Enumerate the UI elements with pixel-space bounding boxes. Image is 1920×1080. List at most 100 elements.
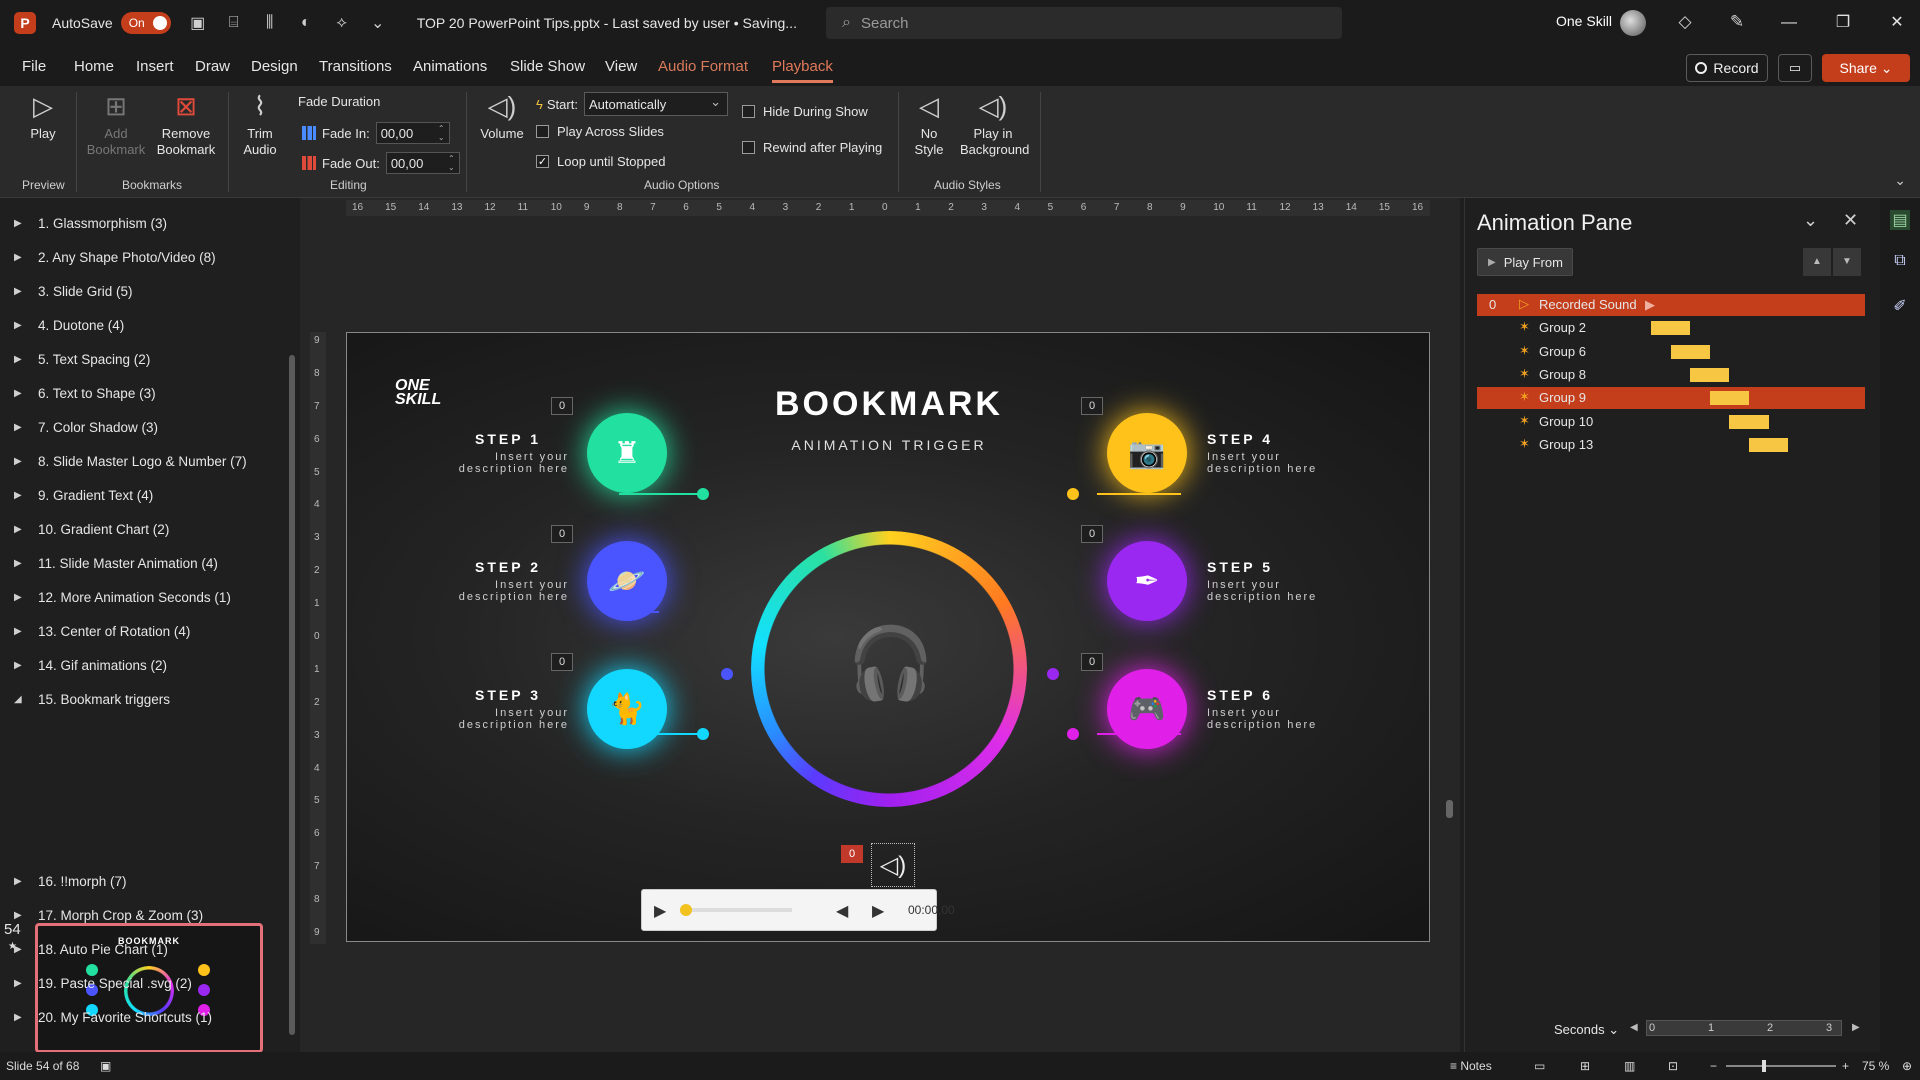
zoom-slider[interactable] (1726, 1065, 1836, 1067)
step-3-description[interactable]: Insert your description here (439, 707, 569, 731)
slideshow-view-icon[interactable]: ⊡ (1668, 1059, 1678, 1073)
zoom-level[interactable]: 75 % (1862, 1059, 1889, 1073)
section-item[interactable]: ▶ 8. Slide Master Logo & Number (7) (14, 454, 247, 469)
caret-right-icon[interactable]: ▶ (14, 490, 28, 501)
animation-timing-bar[interactable] (1729, 414, 1769, 429)
animation-timing-bar[interactable] (1670, 344, 1710, 359)
audio-speaker-icon[interactable]: ◁) (871, 843, 915, 887)
caret-right-icon[interactable]: ▶ (14, 286, 28, 297)
step-3-circle[interactable]: 🐈 (587, 669, 667, 749)
player-play-icon[interactable]: ▶ (654, 901, 666, 921)
play-across-slides-option[interactable]: Play Across Slides (536, 124, 664, 139)
play-across-slides-checkbox[interactable] (536, 125, 549, 138)
caret-right-icon[interactable]: ▶ (14, 1012, 28, 1023)
loop-option[interactable]: ✓ Loop until Stopped (536, 154, 665, 169)
caret-right-icon[interactable]: ▶ (14, 524, 28, 535)
rewind-checkbox[interactable] (742, 141, 755, 154)
caret-right-icon[interactable]: ▶ (14, 592, 28, 603)
remove-bookmark-button[interactable]: ⊠ Remove Bookmark (152, 90, 220, 158)
timeline-ruler[interactable]: 0 1 2 3 (1646, 1020, 1842, 1036)
start-select[interactable]: Automatically (583, 92, 728, 116)
editor-scroll-thumb[interactable] (1446, 800, 1453, 818)
caret-down-icon[interactable]: ◢ (14, 694, 28, 705)
animation-pane-toggle-icon[interactable]: ▤ (1890, 210, 1910, 230)
caret-right-icon[interactable]: ▶ (14, 422, 28, 433)
caret-right-icon[interactable]: ▶ (14, 388, 28, 399)
animation-timing-bar[interactable] (1709, 391, 1749, 406)
document-title[interactable]: TOP 20 PowerPoint Tips.pptx - Last saved… (417, 15, 797, 31)
section-item[interactable]: ▶ 6. Text to Shape (3) (14, 386, 156, 401)
section-item[interactable]: ◢ 15. Bookmark triggers (14, 692, 170, 707)
step-6-circle[interactable]: 🎮 (1107, 669, 1187, 749)
rewind-option[interactable]: Rewind after Playing (742, 140, 882, 155)
shape-fill-icon[interactable]: ◐ (297, 14, 315, 32)
format-pane-icon[interactable]: ✐ (1890, 296, 1910, 316)
step-4-description[interactable]: Insert your description here (1207, 451, 1347, 475)
step-1-description[interactable]: Insert your description here (439, 451, 569, 475)
play-in-background-button[interactable]: ◁) Play in Background (960, 90, 1029, 158)
step-5-label[interactable]: STEP 5 (1207, 559, 1273, 575)
section-item[interactable]: ▶ 1. Glassmorphism (3) (14, 216, 167, 231)
pen-icon[interactable]: ✎ (1726, 12, 1748, 34)
slide-sorter-icon[interactable]: ⊞ (1580, 1059, 1590, 1073)
comments-button[interactable]: ▭ (1778, 54, 1812, 82)
step-6-label[interactable]: STEP 6 (1207, 687, 1273, 703)
tab-insert[interactable]: Insert (136, 58, 174, 75)
animation-row[interactable]: ✶ Group 2 (1477, 317, 1865, 339)
hide-during-show-option[interactable]: Hide During Show (742, 104, 868, 119)
volume-button[interactable]: ◁) Volume (476, 90, 528, 142)
audio-player[interactable]: ▶ ◀ ▶ 00:00,00 ◁) (641, 889, 955, 931)
presenter-icon[interactable]: ⌸ (225, 14, 243, 32)
section-item[interactable]: ▶ 20. My Favorite Shortcuts (1) (14, 1010, 212, 1025)
caret-right-icon[interactable]: ▶ (14, 456, 28, 467)
section-item[interactable]: ▶ 16. !!morph (7) (14, 874, 127, 889)
player-forward-icon[interactable]: ▶ (872, 901, 884, 921)
section-item[interactable]: ▶ 9. Gradient Text (4) (14, 488, 153, 503)
section-item[interactable]: ▶ 3. Slide Grid (5) (14, 284, 133, 299)
tab-animations[interactable]: Animations (413, 58, 487, 75)
close-window-button[interactable]: ✕ (1882, 10, 1912, 36)
zoom-out-icon[interactable]: − (1710, 1059, 1717, 1073)
zoom-slider-thumb[interactable] (1762, 1060, 1766, 1072)
section-item[interactable]: ▶ 7. Color Shadow (3) (14, 420, 158, 435)
caret-right-icon[interactable]: ▶ (14, 252, 28, 263)
tab-slide-show[interactable]: Slide Show (510, 58, 585, 75)
step-2-circle[interactable]: 🪐 (587, 541, 667, 621)
timeline-left-icon[interactable]: ◀ (1630, 1022, 1638, 1033)
tab-view[interactable]: View (605, 58, 637, 75)
section-item[interactable]: ▶ 17. Morph Crop & Zoom (3) (14, 908, 203, 923)
headphones-icon[interactable]: 🎧 (847, 623, 934, 705)
save-icon[interactable]: ▣ (189, 14, 207, 32)
caret-right-icon[interactable]: ▶ (14, 876, 28, 887)
player-track[interactable] (684, 908, 792, 912)
animation-timing-bar[interactable] (1690, 367, 1730, 382)
section-item[interactable]: ▶ 10. Gradient Chart (2) (14, 522, 169, 537)
collapse-ribbon-icon[interactable]: ⌄ (1894, 172, 1906, 189)
add-bookmark-button[interactable]: ⊞ Add Bookmark (84, 90, 148, 158)
fit-to-window-icon[interactable]: ⊕ (1902, 1059, 1912, 1073)
caret-right-icon[interactable]: ▶ (14, 354, 28, 365)
animation-row[interactable]: ✶ Group 6 (1477, 341, 1865, 363)
section-item[interactable]: ▶ 14. Gif animations (2) (14, 658, 167, 673)
play-from-button[interactable]: ▶ Play From (1477, 248, 1573, 276)
animation-timing-bar[interactable] (1749, 437, 1789, 452)
caret-right-icon[interactable]: ▶ (14, 978, 28, 989)
outline-scroll-thumb[interactable] (289, 355, 295, 1035)
caret-right-icon[interactable]: ▶ (14, 218, 28, 229)
pane-options-icon[interactable]: ⌄ (1803, 210, 1818, 231)
minimize-button[interactable]: — (1774, 10, 1804, 36)
trim-audio-button[interactable]: ⌇ Trim Audio (236, 90, 284, 158)
section-item[interactable]: ▶ 12. More Animation Seconds (1) (14, 590, 231, 605)
tab-file[interactable]: File (22, 58, 46, 75)
fade-out-input[interactable]: 00,00 (385, 152, 460, 174)
no-style-button[interactable]: ◁ No Style (906, 90, 952, 158)
record-button[interactable]: Record (1686, 54, 1768, 82)
animation-row[interactable]: ✶ Group 10 (1477, 411, 1865, 433)
caret-right-icon[interactable]: ▶ (14, 320, 28, 331)
caret-right-icon[interactable]: ▶ (14, 944, 28, 955)
slide-title[interactable]: BOOKMARK (347, 385, 1429, 424)
step-1-circle[interactable]: ♜ (587, 413, 667, 493)
customize-quick-access-icon[interactable]: ⌄ (369, 14, 387, 32)
play-button[interactable]: ▷ Play (22, 90, 64, 142)
animation-row[interactable]: ✶ Group 8 (1477, 364, 1865, 386)
